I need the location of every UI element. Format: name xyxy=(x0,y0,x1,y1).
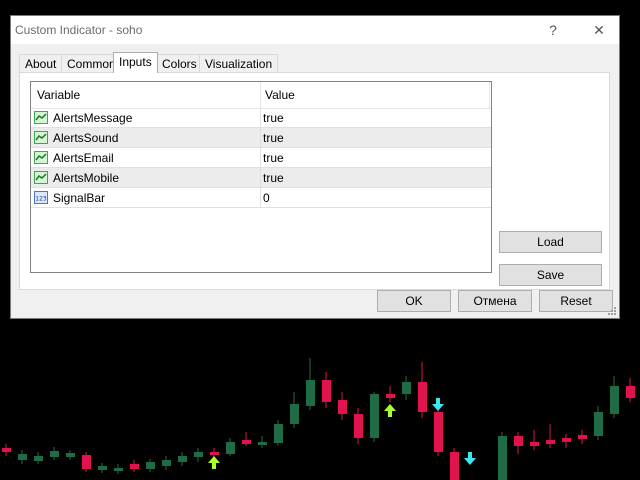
bear-candle xyxy=(322,380,331,402)
bull-candle xyxy=(306,380,315,406)
help-button[interactable]: ? xyxy=(542,20,564,40)
bool-icon xyxy=(34,111,48,124)
bool-icon xyxy=(34,171,48,184)
variable-name: AlertsMobile xyxy=(53,171,120,185)
column-divider[interactable] xyxy=(260,82,261,108)
tab-inputs[interactable]: Inputs xyxy=(113,52,158,73)
bear-candle xyxy=(418,382,427,412)
bull-candle xyxy=(34,456,43,461)
table-row[interactable]: AlertsEmail true xyxy=(31,148,491,168)
bear-candle xyxy=(2,448,11,452)
bull-candle xyxy=(146,462,155,469)
window-title: Custom Indicator - soho xyxy=(15,23,143,37)
tab-about[interactable]: About xyxy=(19,54,63,72)
variable-value[interactable]: 0 xyxy=(263,191,270,205)
resize-grip-icon[interactable] xyxy=(607,306,617,316)
bull-candle xyxy=(194,452,203,457)
column-header-value[interactable]: Value xyxy=(265,88,295,102)
title-bar[interactable]: Custom Indicator - soho ? ✕ xyxy=(11,16,619,44)
sell-arrow-icon xyxy=(432,398,444,411)
ok-button[interactable]: OK xyxy=(377,290,451,312)
load-button[interactable]: Load xyxy=(499,231,602,253)
table-row[interactable]: AlertsSound true xyxy=(31,128,491,148)
variable-value[interactable]: true xyxy=(263,111,284,125)
table-header: Variable Value xyxy=(31,82,491,109)
column-divider[interactable] xyxy=(489,82,490,108)
bear-candle xyxy=(338,400,347,414)
cell-divider xyxy=(260,168,261,187)
variable-name: AlertsSound xyxy=(53,131,119,145)
bear-candle xyxy=(530,442,539,446)
sell-arrow-icon xyxy=(464,452,476,465)
bull-candle xyxy=(18,454,27,460)
bull-candle xyxy=(258,442,267,445)
custom-indicator-dialog: Custom Indicator - soho ? ✕ About Common… xyxy=(10,15,620,319)
bull-candle xyxy=(498,436,507,480)
variable-name: SignalBar xyxy=(53,191,106,205)
bull-candle xyxy=(50,451,59,457)
variable-value[interactable]: true xyxy=(263,131,284,145)
reset-button[interactable]: Reset xyxy=(539,290,613,312)
buy-arrow-icon xyxy=(208,456,220,469)
bull-candle xyxy=(290,404,299,424)
bool-icon xyxy=(34,131,48,144)
integer-icon: 123 xyxy=(34,191,48,204)
buy-arrow-icon xyxy=(384,404,396,417)
bear-candle xyxy=(626,386,635,398)
inputs-panel: Variable Value AlertsMessage true Alerts… xyxy=(19,72,610,290)
bull-candle xyxy=(274,424,283,443)
cell-divider xyxy=(260,188,261,207)
bear-candle xyxy=(130,464,139,469)
tab-colors[interactable]: Colors xyxy=(156,54,203,72)
bear-candle xyxy=(386,394,395,398)
bear-candle xyxy=(546,440,555,444)
bear-candle xyxy=(354,414,363,438)
variable-name: AlertsMessage xyxy=(53,111,133,125)
cancel-button[interactable]: Отмена xyxy=(458,290,532,312)
price-chart[interactable] xyxy=(0,322,640,480)
variable-name: AlertsEmail xyxy=(53,151,114,165)
svg-text:123: 123 xyxy=(35,196,47,203)
table-row[interactable]: AlertsMobile true xyxy=(31,168,491,188)
bear-candle xyxy=(514,436,523,446)
bull-candle xyxy=(98,466,107,470)
table-row[interactable]: AlertsMessage true xyxy=(31,108,491,128)
bull-candle xyxy=(178,456,187,462)
bull-candle xyxy=(162,460,171,466)
variable-value[interactable]: true xyxy=(263,151,284,165)
bear-candle xyxy=(242,440,251,444)
save-button[interactable]: Save xyxy=(499,264,602,286)
bear-candle xyxy=(210,452,219,455)
bull-candle xyxy=(114,468,123,471)
tab-visualization[interactable]: Visualization xyxy=(199,54,279,72)
close-button[interactable]: ✕ xyxy=(588,20,610,40)
bull-candle xyxy=(402,382,411,394)
bear-candle xyxy=(450,452,459,480)
column-header-variable[interactable]: Variable xyxy=(37,88,80,102)
bear-candle xyxy=(434,412,443,452)
bool-icon xyxy=(34,151,48,164)
bear-candle xyxy=(82,455,91,469)
cell-divider xyxy=(260,108,261,127)
bull-candle xyxy=(370,394,379,438)
bull-candle xyxy=(610,386,619,414)
bull-candle xyxy=(594,412,603,436)
bear-candle xyxy=(578,435,587,439)
inputs-table[interactable]: Variable Value AlertsMessage true Alerts… xyxy=(30,81,492,273)
variable-value[interactable]: true xyxy=(263,171,284,185)
bull-candle xyxy=(66,453,75,457)
bear-candle xyxy=(562,438,571,442)
cell-divider xyxy=(260,148,261,167)
cell-divider xyxy=(260,128,261,147)
candles xyxy=(2,358,635,480)
table-row[interactable]: 123 SignalBar 0 xyxy=(31,188,491,208)
bull-candle xyxy=(226,442,235,454)
